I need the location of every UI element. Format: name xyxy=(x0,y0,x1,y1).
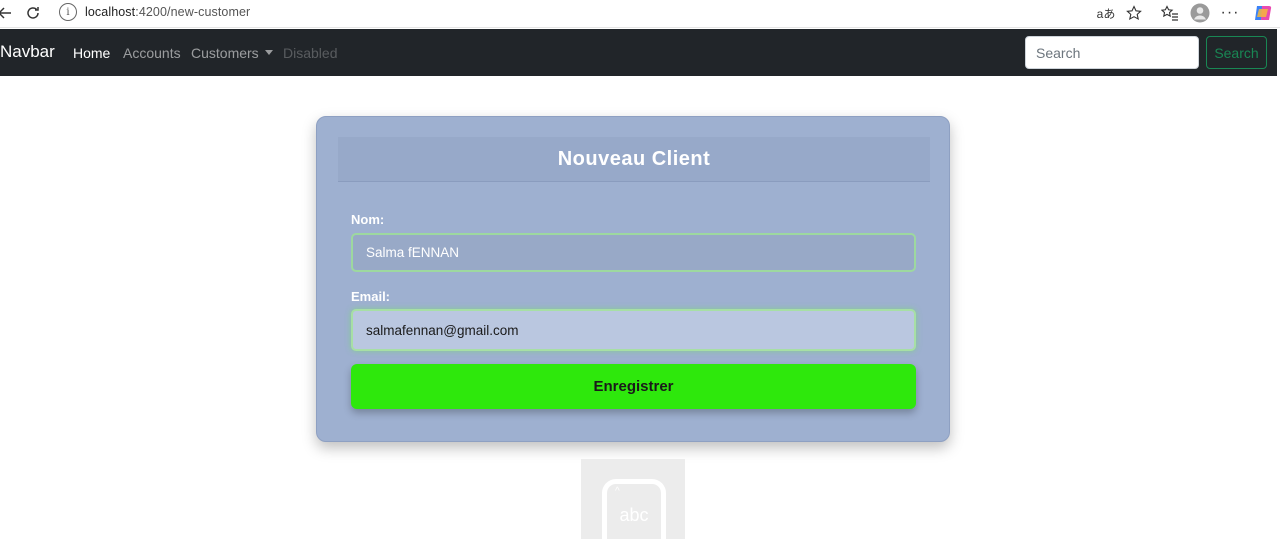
nav-link-home[interactable]: Home xyxy=(73,45,110,61)
keyboard-icon: ^ abc xyxy=(602,479,666,539)
site-info-icon[interactable]: i xyxy=(59,3,77,21)
search-input[interactable] xyxy=(1025,36,1199,69)
more-options-icon[interactable]: ··· xyxy=(1219,3,1241,23)
name-field[interactable] xyxy=(351,233,916,272)
top-navbar: Navbar Home Accounts Customers Disabled … xyxy=(0,29,1277,76)
new-customer-card: Nouveau Client Nom: Email: Enregistrer xyxy=(316,116,950,442)
name-label: Nom: xyxy=(351,212,385,227)
refresh-icon[interactable] xyxy=(24,3,42,23)
keyboard-widget-text: abc xyxy=(619,505,649,525)
url-path: :4200/new-customer xyxy=(135,5,251,19)
profile-avatar-icon[interactable] xyxy=(1189,3,1211,23)
touch-keyboard-widget[interactable]: ^ abc xyxy=(581,459,685,539)
navbar-brand[interactable]: Navbar xyxy=(0,42,55,62)
favorite-star-icon[interactable] xyxy=(1124,3,1144,23)
caret-up-icon: ^ xyxy=(615,486,620,497)
url-text: localhost:4200/new-customer xyxy=(85,5,250,19)
nav-link-customers-label: Customers xyxy=(191,45,259,61)
back-arrow-icon[interactable] xyxy=(0,3,12,23)
browser-toolbar: i localhost:4200/new-customer aあ ··· xyxy=(0,0,1280,28)
save-button[interactable]: Enregistrer xyxy=(351,364,916,409)
chevron-down-icon xyxy=(264,50,273,55)
card-header: Nouveau Client xyxy=(338,137,930,182)
favorites-list-icon[interactable] xyxy=(1160,3,1180,23)
url-host: localhost xyxy=(85,5,136,19)
email-field[interactable] xyxy=(351,309,916,351)
nav-link-disabled: Disabled xyxy=(283,45,338,61)
translate-icon[interactable]: aあ xyxy=(1096,3,1116,23)
page-title: Nouveau Client xyxy=(557,147,711,170)
copilot-icon[interactable] xyxy=(1252,3,1274,23)
address-bar[interactable]: i localhost:4200/new-customer xyxy=(53,1,1148,23)
nav-link-accounts[interactable]: Accounts xyxy=(123,45,181,61)
email-label: Email: xyxy=(351,289,391,304)
search-button[interactable]: Search xyxy=(1206,36,1267,69)
nav-link-customers[interactable]: Customers xyxy=(191,45,273,61)
